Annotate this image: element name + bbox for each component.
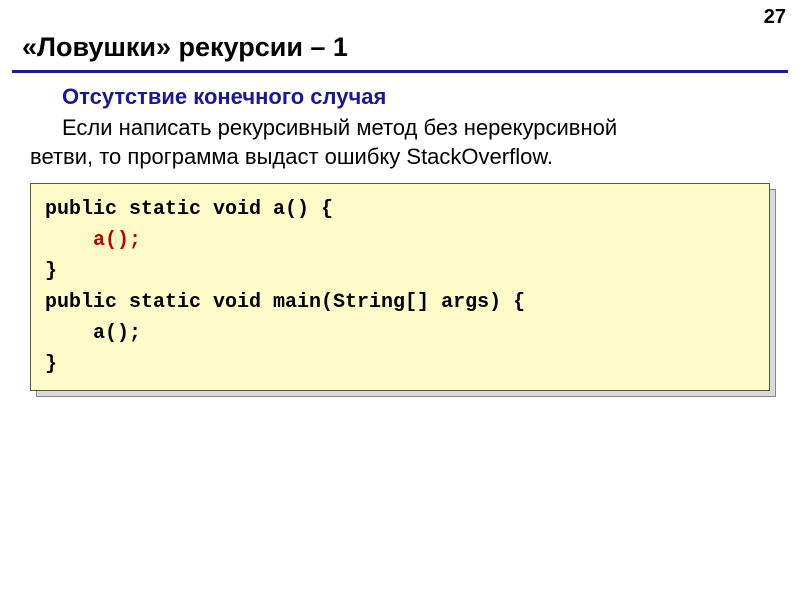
- paragraph-line-1: Если написать рекурсивный метод без нере…: [62, 115, 617, 140]
- code-line-1: public static void a() {: [45, 198, 333, 221]
- subheading: Отсутствие конечного случая: [62, 84, 770, 110]
- code-line-5: a();: [45, 322, 141, 345]
- code-block: public static void a() { a(); } public s…: [30, 183, 770, 391]
- code-content: public static void a() { a(); } public s…: [30, 183, 770, 391]
- slide-body: Отсутствие конечного случая Если написат…: [30, 84, 770, 391]
- slide-title: «Ловушки» рекурсии – 1: [22, 32, 348, 63]
- paragraph: Если написать рекурсивный метод без нере…: [30, 114, 770, 171]
- paragraph-line-2: ветви, то программа выдаст ошибку StackO…: [30, 144, 553, 169]
- code-line-3: }: [45, 260, 57, 283]
- page-number: 27: [764, 6, 786, 29]
- code-line-2-indent: [45, 229, 93, 252]
- code-line-4: public static void main(String[] args) {: [45, 291, 525, 314]
- title-divider: [12, 70, 788, 73]
- code-line-6: }: [45, 353, 57, 376]
- code-line-2-call: a();: [93, 229, 141, 252]
